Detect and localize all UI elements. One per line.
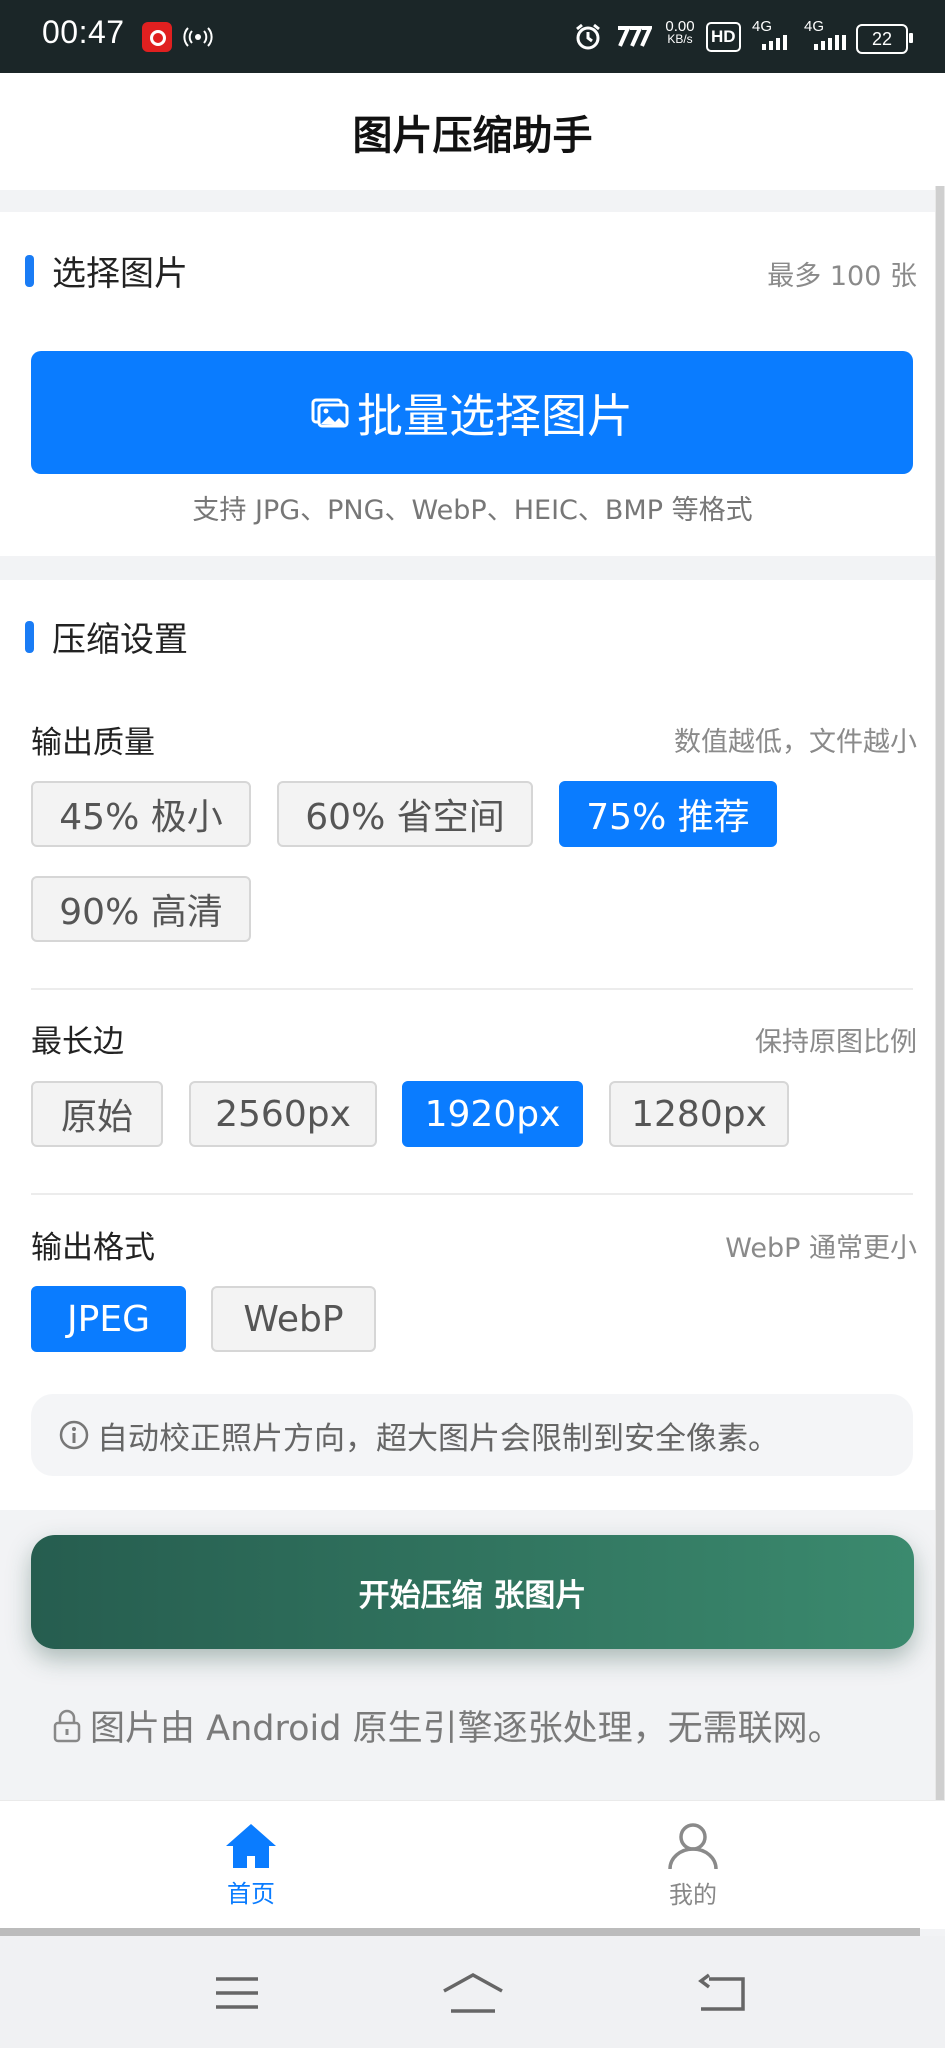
select-section-label: 选择图片: [52, 254, 188, 294]
format-option-jpeg[interactable]: JPEG: [31, 1286, 186, 1352]
quality-option-45[interactable]: 45% 极小: [31, 781, 251, 847]
home-icon: [226, 1823, 276, 1868]
hotspot-icon: [182, 22, 214, 52]
batch-select-button[interactable]: 批量选择图片: [31, 351, 913, 474]
start-compress-button[interactable]: 开始压缩 张图片: [31, 1535, 914, 1649]
quality-label: 输出质量: [31, 725, 155, 761]
select-section-title: 选择图片: [25, 246, 188, 295]
settings-section-title: 压缩设置: [25, 612, 188, 661]
lock-icon: [53, 1709, 81, 1742]
max-side-label: 最长边: [31, 1024, 124, 1060]
privacy-note-text: 图片由 Android 原生引擎逐张处理，无需联网。: [90, 1709, 843, 1749]
batch-select-label: 批量选择图片: [357, 388, 633, 443]
section-accent-bar: [25, 254, 34, 287]
scrollbar[interactable]: [935, 186, 945, 1826]
status-bar: 00:47 0.00 KB/s HD 4G 4G 22: [0, 0, 945, 73]
netease-music-icon: [142, 22, 172, 52]
divider: [31, 988, 913, 990]
system-nav-bar: [0, 1936, 945, 2048]
divider: [31, 1193, 913, 1195]
format-option-webp[interactable]: WebP: [211, 1286, 376, 1352]
max-side-hint: 保持原图比例: [755, 1027, 917, 1058]
info-icon: [59, 1420, 89, 1450]
app-header: 图片压缩助手: [0, 73, 945, 190]
carrier-logo-icon: [612, 22, 652, 52]
max-side-option-original[interactable]: 原始: [31, 1081, 163, 1147]
quality-hint: 数值越低，文件越小: [674, 727, 917, 758]
quality-option-75[interactable]: 75% 推荐: [559, 781, 777, 847]
alarm-icon: [572, 22, 604, 52]
select-limit-hint: 最多 100 张: [767, 261, 917, 292]
home-nav-icon[interactable]: [438, 1958, 508, 2028]
start-compress-label: 开始压缩 张图片: [358, 1577, 587, 1614]
menu-icon[interactable]: [202, 1958, 272, 2028]
max-side-option-1920[interactable]: 1920px: [402, 1081, 583, 1147]
back-icon[interactable]: [686, 1958, 756, 2028]
section-accent-bar: [25, 620, 34, 653]
format-label: 输出格式: [31, 1230, 155, 1266]
sim2-signal-icon: 4G: [804, 18, 848, 52]
page-title: 图片压缩助手: [352, 112, 593, 159]
hd-badge: HD: [706, 22, 741, 52]
sim1-signal-icon: 4G: [752, 18, 792, 52]
tab-me-label: 我的: [669, 1880, 717, 1909]
max-side-option-1280[interactable]: 1280px: [609, 1081, 789, 1147]
battery-indicator: 22: [856, 24, 913, 54]
tab-me[interactable]: 我的: [543, 1801, 843, 1929]
sim2-type: 4G: [804, 18, 825, 35]
tab-home[interactable]: 首页: [101, 1801, 401, 1929]
divider: [0, 1928, 920, 1936]
sim1-type: 4G: [752, 18, 773, 35]
user-icon: [668, 1822, 718, 1869]
scrollbar-thumb[interactable]: [936, 186, 944, 1826]
orientation-info-text: 自动校正照片方向，超大图片会限制到安全像素。: [97, 1420, 779, 1457]
supported-formats-note: 支持 JPG、PNG、WebP、HEIC、BMP 等格式: [192, 495, 753, 526]
tab-home-label: 首页: [227, 1879, 275, 1908]
privacy-note: 图片由 Android 原生引擎逐张处理，无需联网。: [52, 1700, 843, 1751]
max-side-option-2560[interactable]: 2560px: [189, 1081, 377, 1147]
orientation-info-box: 自动校正照片方向，超大图片会限制到安全像素。: [31, 1394, 913, 1476]
format-hint: WebP 通常更小: [725, 1233, 917, 1264]
settings-section-label: 压缩设置: [52, 620, 188, 660]
bottom-tab-bar: 首页 我的: [0, 1800, 945, 1929]
gallery-icon: [311, 398, 349, 427]
status-time: 00:47: [42, 14, 125, 50]
quality-option-60[interactable]: 60% 省空间: [277, 781, 533, 847]
quality-option-90[interactable]: 90% 高清: [31, 876, 251, 942]
